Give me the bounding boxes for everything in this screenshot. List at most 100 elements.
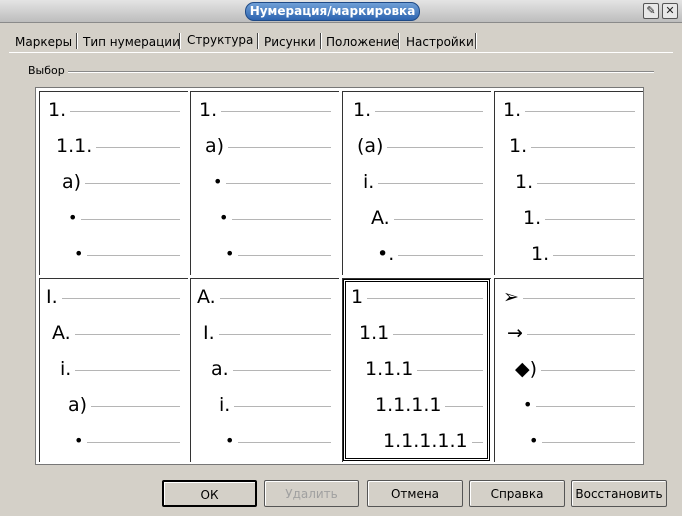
outline-level-label: • bbox=[74, 244, 86, 264]
outline-level-preview: 1. bbox=[343, 100, 483, 120]
outline-level-label: • bbox=[219, 208, 231, 228]
outline-level-preview: a) bbox=[40, 395, 180, 415]
outline-level-label: 1. bbox=[48, 99, 69, 121]
preview-text-line bbox=[394, 219, 483, 220]
outline-level-preview: ➢ bbox=[495, 287, 635, 307]
outline-level-preview: 1.1 bbox=[343, 323, 483, 343]
outline-level-preview: 1 bbox=[343, 287, 483, 307]
outline-level-label: 1.1.1 bbox=[365, 358, 416, 380]
tab-separator bbox=[398, 33, 400, 49]
outline-style-option[interactable]: 1. (a) i. A. •. bbox=[342, 91, 491, 275]
outline-level-label: a. bbox=[211, 358, 231, 380]
outline-level-label: I. bbox=[203, 322, 217, 344]
outline-level-label: • bbox=[225, 431, 237, 451]
outline-level-preview: (a) bbox=[343, 136, 483, 156]
title-bar: Нумерация/маркировка ✎ ✕ bbox=[0, 0, 682, 23]
preview-text-line bbox=[536, 406, 635, 407]
outline-style-option[interactable]: 1. 1.1. a) • • bbox=[39, 91, 188, 275]
group-divider bbox=[68, 71, 654, 73]
outline-level-label: 1. bbox=[509, 135, 530, 157]
outline-level-preview: • bbox=[40, 208, 180, 228]
preview-text-line bbox=[232, 219, 331, 220]
outline-style-grid: 1. 1.1. a) • • 1. a) • • • 1. (a) i. A. •. 1. 1. 1. 1. 1. I.… bbox=[35, 87, 644, 465]
preview-text-line bbox=[378, 183, 483, 184]
outline-level-label: 1. bbox=[523, 207, 544, 229]
outline-level-preview: A. bbox=[343, 208, 483, 228]
preview-text-line bbox=[96, 147, 180, 148]
outline-level-preview: • bbox=[191, 172, 331, 192]
outline-level-label: • bbox=[225, 244, 237, 264]
outline-level-label: i. bbox=[363, 171, 377, 193]
pin-icon[interactable]: ✎ bbox=[643, 3, 659, 19]
outline-level-preview: • bbox=[495, 395, 635, 415]
outline-style-option[interactable]: 1 1.1 1.1.1 1.1.1.1 1.1.1.1.1 bbox=[342, 278, 491, 462]
outline-level-label: ➢ bbox=[503, 286, 521, 308]
preview-text-line bbox=[417, 370, 483, 371]
outline-level-preview: a) bbox=[40, 172, 180, 192]
help-button[interactable]: Справка bbox=[469, 480, 565, 507]
tab-pictures[interactable]: Рисунки bbox=[264, 31, 316, 53]
outline-level-preview: 1. bbox=[495, 100, 635, 120]
preview-text-line bbox=[226, 183, 331, 184]
preview-text-line bbox=[234, 406, 331, 407]
outline-level-label: 1. bbox=[199, 99, 220, 121]
delete-button[interactable]: Удалить bbox=[264, 480, 359, 507]
preview-text-line bbox=[75, 370, 180, 371]
preview-text-line bbox=[525, 111, 635, 112]
ok-button[interactable]: ОК bbox=[162, 480, 257, 507]
preview-text-line bbox=[221, 111, 331, 112]
preview-text-line bbox=[553, 255, 635, 256]
outline-level-preview: • bbox=[40, 244, 180, 264]
outline-level-label: • bbox=[74, 431, 86, 451]
outline-level-label: ◆) bbox=[515, 358, 540, 380]
tab-position[interactable]: Положение bbox=[326, 31, 399, 53]
outline-level-preview: • bbox=[191, 431, 331, 451]
outline-style-option[interactable]: I. A. i. a) • bbox=[39, 278, 188, 462]
outline-level-label: 1. bbox=[531, 243, 552, 265]
tab-settings[interactable]: Настройки bbox=[406, 31, 474, 53]
outline-level-label: a) bbox=[205, 135, 227, 157]
outline-level-label: 1.1. bbox=[56, 135, 95, 157]
tab-structure[interactable]: Структура bbox=[187, 29, 253, 53]
outline-level-preview: 1. bbox=[495, 244, 635, 264]
button-bar: ОК Удалить Отмена Справка Восстановить bbox=[0, 477, 682, 516]
outline-level-label: a) bbox=[62, 171, 84, 193]
outline-level-preview: A. bbox=[40, 323, 180, 343]
outline-level-label: •. bbox=[377, 243, 397, 265]
outline-level-label: 1.1.1.1.1 bbox=[383, 430, 470, 452]
tab-numbering-type[interactable]: Тип нумерации bbox=[83, 31, 180, 53]
tab-separator bbox=[76, 33, 78, 49]
preview-text-line bbox=[233, 370, 331, 371]
window-title: Нумерация/маркировка bbox=[245, 2, 420, 21]
outline-style-option[interactable]: 1. 1. 1. 1. 1. bbox=[494, 91, 643, 275]
outline-level-label: 1.1 bbox=[359, 322, 392, 344]
outline-level-preview: 1. bbox=[191, 100, 331, 120]
preview-text-line bbox=[62, 298, 180, 299]
cancel-button[interactable]: Отмена bbox=[367, 480, 463, 507]
preview-text-line bbox=[87, 255, 180, 256]
selection-group-label: Выбор bbox=[28, 64, 65, 77]
preview-text-line bbox=[472, 442, 483, 443]
preview-text-line bbox=[70, 111, 180, 112]
outline-style-option[interactable]: A. I. a. i. • bbox=[190, 278, 339, 462]
tab-markers[interactable]: Маркеры bbox=[15, 31, 72, 53]
outline-style-option[interactable]: 1. a) • • • bbox=[190, 91, 339, 275]
tab-separator bbox=[257, 33, 259, 49]
outline-level-preview: • bbox=[191, 244, 331, 264]
outline-level-preview: i. bbox=[40, 359, 180, 379]
reset-button[interactable]: Восстановить bbox=[571, 480, 667, 507]
outline-level-label: • bbox=[523, 395, 535, 415]
outline-level-preview: i. bbox=[343, 172, 483, 192]
preview-text-line bbox=[375, 111, 483, 112]
outline-level-preview: i. bbox=[191, 395, 331, 415]
tab-separator bbox=[320, 33, 322, 49]
close-icon[interactable]: ✕ bbox=[662, 3, 678, 19]
tab-separator bbox=[179, 33, 181, 49]
preview-text-line bbox=[219, 334, 331, 335]
outline-level-label: 1 bbox=[351, 286, 366, 308]
preview-text-line bbox=[85, 183, 180, 184]
preview-text-line bbox=[367, 298, 483, 299]
outline-level-preview: I. bbox=[191, 323, 331, 343]
outline-style-option[interactable]: ➢ → ◆) • • bbox=[494, 278, 643, 462]
outline-level-preview: 1.1.1 bbox=[343, 359, 483, 379]
